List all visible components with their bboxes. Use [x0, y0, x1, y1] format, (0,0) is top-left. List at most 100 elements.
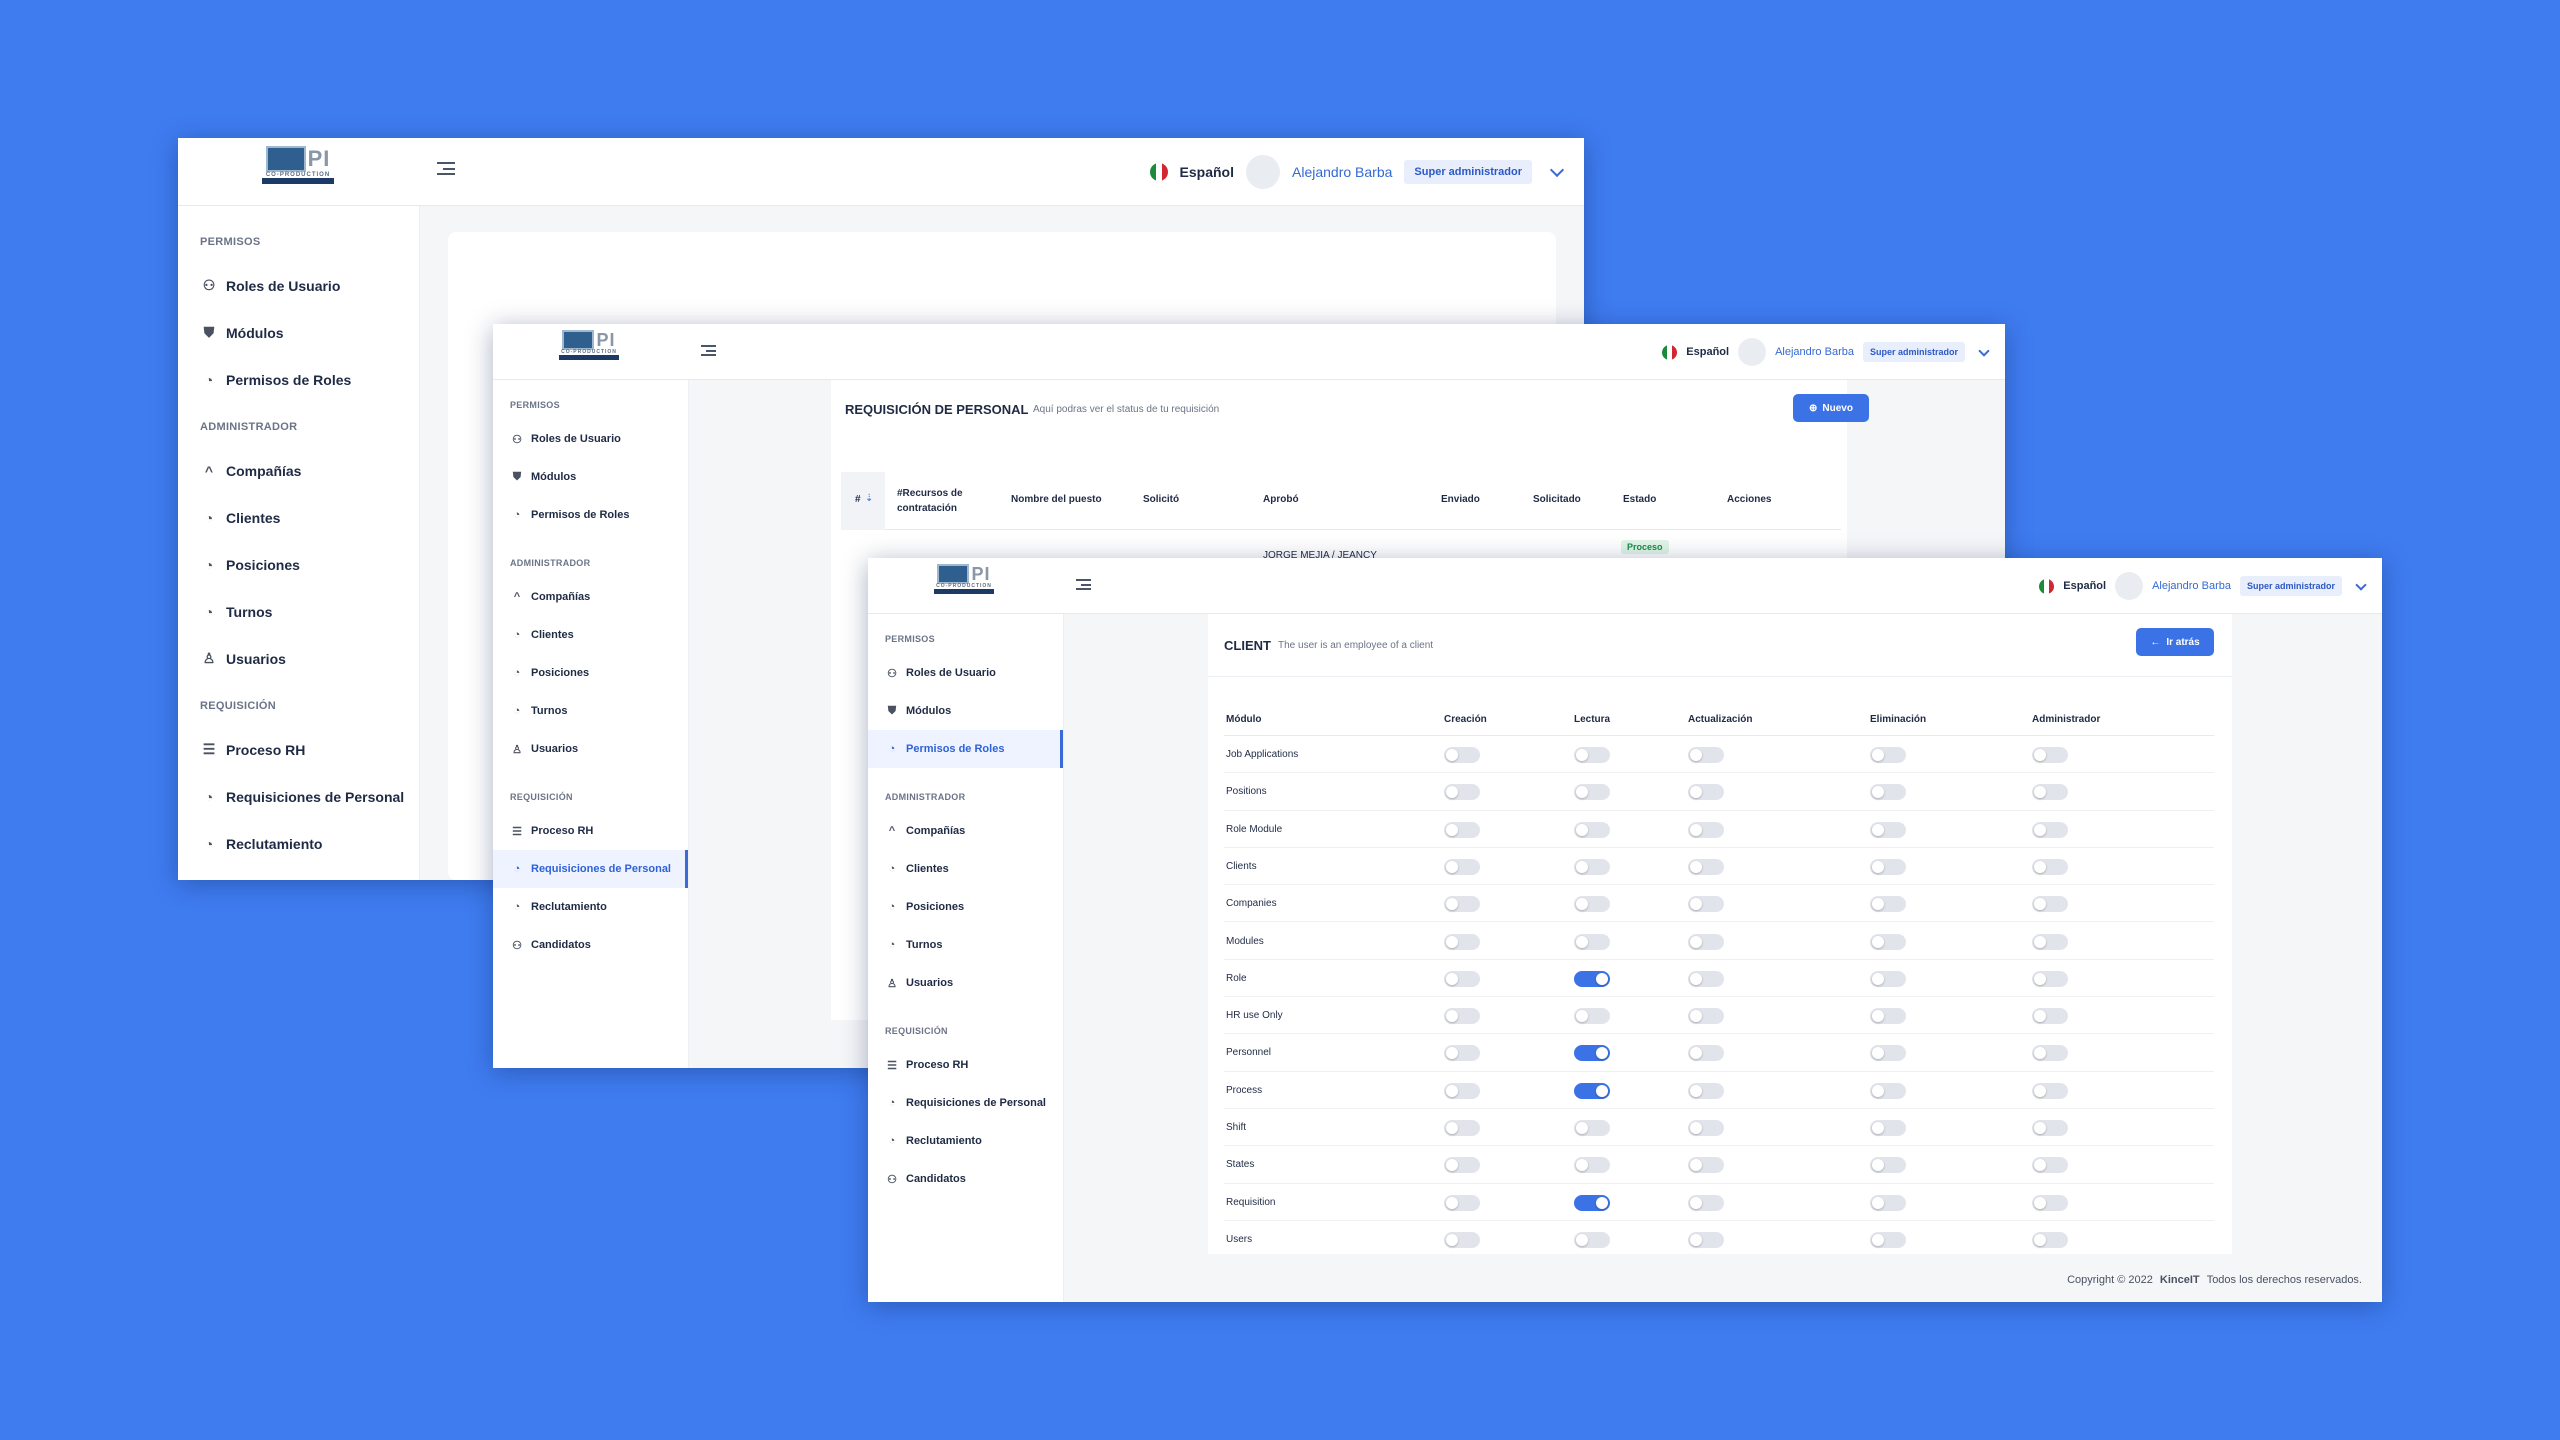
nav-item-posiciones[interactable]: ◔ Posiciones — [200, 541, 419, 588]
permission-toggle[interactable] — [2032, 970, 2068, 987]
nav-item-requisiciones[interactable]: ◔ Requisiciones de Personal — [885, 1084, 1063, 1122]
permission-toggle[interactable] — [1574, 1008, 1610, 1025]
permission-toggle[interactable] — [1574, 1231, 1610, 1248]
permission-toggle[interactable] — [1444, 1194, 1480, 1211]
permission-toggle[interactable] — [1688, 1045, 1724, 1062]
permission-toggle[interactable] — [1444, 747, 1480, 763]
permission-toggle[interactable] — [1870, 784, 1906, 801]
nav-item-companias[interactable]: ^ Compañías — [200, 447, 419, 494]
avatar[interactable] — [1246, 155, 1281, 189]
permission-toggle[interactable] — [1870, 1045, 1906, 1062]
permission-toggle[interactable] — [1574, 1157, 1610, 1174]
menu-toggle-icon[interactable] — [437, 162, 455, 175]
nav-item-clientes[interactable]: ◔ Clientes — [200, 494, 419, 541]
permission-toggle[interactable] — [1574, 896, 1610, 913]
nav-item-turnos[interactable]: ◔ Turnos — [200, 588, 419, 635]
permission-toggle[interactable] — [1444, 784, 1480, 801]
permission-toggle[interactable] — [1870, 858, 1906, 875]
nav-item-reclutamiento[interactable]: ◔ Reclutamiento — [885, 1122, 1063, 1160]
permission-toggle[interactable] — [1688, 896, 1724, 913]
menu-toggle-icon[interactable] — [701, 345, 716, 356]
permission-toggle[interactable] — [2032, 1008, 2068, 1025]
permission-toggle[interactable] — [1444, 1045, 1480, 1062]
permission-toggle[interactable] — [1688, 821, 1724, 838]
nav-item-proceso-rh[interactable]: ☰ Proceso RH — [510, 812, 688, 850]
permission-toggle[interactable] — [1574, 1082, 1610, 1099]
permission-toggle[interactable] — [1574, 747, 1610, 763]
permission-toggle[interactable] — [2032, 1082, 2068, 1099]
nav-item-modulos[interactable]: ⛊ Módulos — [885, 692, 1063, 730]
permission-toggle[interactable] — [1574, 933, 1610, 950]
permission-toggle[interactable] — [1688, 747, 1724, 763]
permission-toggle[interactable] — [1444, 1157, 1480, 1174]
permission-toggle[interactable] — [1574, 970, 1610, 987]
nav-item-modulos[interactable]: ⛊ Módulos — [510, 458, 688, 496]
nav-item-usuarios[interactable]: ♙ Usuarios — [200, 635, 419, 682]
nav-item-permisos[interactable]: ◔ Permisos de Roles — [868, 730, 1063, 768]
permission-toggle[interactable] — [1688, 1194, 1724, 1211]
permission-toggle[interactable] — [1444, 970, 1480, 987]
nav-item-clientes[interactable]: ◔ Clientes — [885, 850, 1063, 888]
nav-item-proceso-rh[interactable]: ☰ Proceso RH — [885, 1046, 1063, 1084]
nav-item-permisos[interactable]: ◔ Permisos de Roles — [200, 356, 419, 403]
nav-item-posiciones[interactable]: ◔ Posiciones — [885, 888, 1063, 926]
permission-toggle[interactable] — [1444, 1231, 1480, 1248]
permission-toggle[interactable] — [1688, 1008, 1724, 1025]
permission-toggle[interactable] — [1444, 858, 1480, 875]
permission-toggle[interactable] — [1870, 1194, 1906, 1211]
nav-item-turnos[interactable]: ◔ Turnos — [510, 692, 688, 730]
back-button[interactable]: ← Ir atrás — [2136, 628, 2214, 656]
nav-item-clientes[interactable]: ◔ Clientes — [510, 616, 688, 654]
avatar[interactable] — [2115, 572, 2144, 600]
permission-toggle[interactable] — [1870, 1231, 1906, 1248]
nav-item-requisiciones[interactable]: ◔ Requisiciones de Personal — [493, 850, 688, 888]
permission-toggle[interactable] — [1688, 933, 1724, 950]
nav-item-turnos[interactable]: ◔ Turnos — [885, 926, 1063, 964]
permission-toggle[interactable] — [1688, 1231, 1724, 1248]
permission-toggle[interactable] — [1870, 747, 1906, 763]
chevron-down-icon[interactable] — [1978, 344, 1990, 357]
permission-toggle[interactable] — [1574, 821, 1610, 838]
permission-toggle[interactable] — [1870, 1008, 1906, 1025]
user-name[interactable]: Alejandro Barba — [1775, 346, 1854, 358]
permission-toggle[interactable] — [1574, 1194, 1610, 1211]
permission-toggle[interactable] — [2032, 858, 2068, 875]
language-selector[interactable]: Español — [2063, 580, 2106, 592]
language-selector[interactable]: Español — [1686, 346, 1729, 358]
nav-item-reclutamiento[interactable]: ◔ Reclutamiento — [510, 888, 688, 926]
permission-toggle[interactable] — [1444, 821, 1480, 838]
permission-toggle[interactable] — [1444, 933, 1480, 950]
logo[interactable]: PI CO-PRODUCTION — [262, 146, 334, 184]
permission-toggle[interactable] — [2032, 1120, 2068, 1136]
nav-item-roles[interactable]: ⚇ Roles de Usuario — [885, 654, 1063, 692]
permission-toggle[interactable] — [1688, 1082, 1724, 1099]
permission-toggle[interactable] — [1688, 970, 1724, 987]
permission-toggle[interactable] — [2032, 1045, 2068, 1062]
permission-toggle[interactable] — [1870, 896, 1906, 913]
permission-toggle[interactable] — [2032, 896, 2068, 913]
permission-toggle[interactable] — [1688, 784, 1724, 801]
nav-item-modulos[interactable]: ⛊ Módulos — [200, 309, 419, 356]
nav-item-companias[interactable]: ^ Compañías — [510, 578, 688, 616]
permission-toggle[interactable] — [2032, 1157, 2068, 1174]
permission-toggle[interactable] — [1444, 896, 1480, 913]
sort-column[interactable]: # ⇣ — [841, 472, 885, 530]
language-selector[interactable]: Español — [1180, 164, 1234, 180]
permission-toggle[interactable] — [1574, 1120, 1610, 1136]
new-button[interactable]: ⊕ Nuevo — [1793, 394, 1869, 422]
permission-toggle[interactable] — [2032, 933, 2068, 950]
permission-toggle[interactable] — [2032, 747, 2068, 763]
nav-item-roles[interactable]: ⚇ Roles de Usuario — [200, 262, 419, 309]
nav-item-candidatos[interactable]: ⚇ Candidatos — [510, 926, 688, 964]
user-name[interactable]: Alejandro Barba — [2152, 580, 2231, 592]
permission-toggle[interactable] — [2032, 1231, 2068, 1248]
nav-item-candidatos[interactable]: ⚇ Candidatos — [885, 1160, 1063, 1198]
nav-item-usuarios[interactable]: ♙ Usuarios — [885, 964, 1063, 1002]
nav-item-requisiciones[interactable]: ◔ Requisiciones de Personal — [200, 773, 419, 820]
permission-toggle[interactable] — [1688, 1120, 1724, 1136]
nav-item-posiciones[interactable]: ◔ Posiciones — [510, 654, 688, 692]
permission-toggle[interactable] — [1870, 933, 1906, 950]
permission-toggle[interactable] — [1444, 1082, 1480, 1099]
permission-toggle[interactable] — [1444, 1120, 1480, 1136]
permission-toggle[interactable] — [2032, 784, 2068, 801]
